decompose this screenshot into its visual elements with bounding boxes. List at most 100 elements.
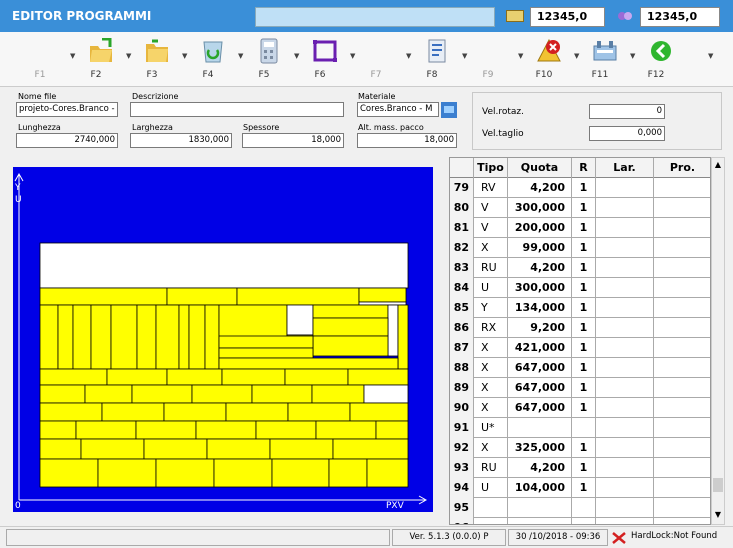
lar-cell[interactable] [596,358,654,378]
lar-cell[interactable] [596,398,654,418]
table-row[interactable]: 86 RX 9,200 1 [450,318,710,338]
dropdown-arrow-icon[interactable]: ▼ [406,52,411,60]
quota-cell[interactable] [508,498,572,518]
quota-cell[interactable]: 4,200 [508,458,572,478]
dropdown-arrow-icon[interactable]: ▼ [574,52,579,60]
dropdown-arrow-icon[interactable]: ▼ [630,52,635,60]
tipo-cell[interactable] [474,518,508,524]
r-cell[interactable]: 1 [572,318,596,338]
tipo-cell[interactable]: Y [474,298,508,318]
f5-button[interactable]: ▼ F5 [234,32,294,87]
pro-cell[interactable] [654,178,710,198]
row-number-cell[interactable]: 79 [450,178,474,198]
r-cell[interactable]: 1 [572,438,596,458]
lar-cell[interactable] [596,178,654,198]
quota-cell[interactable]: 325,000 [508,438,572,458]
larghezza-field[interactable]: 1830,000 [130,133,232,148]
col-pro-header[interactable]: Pro. [654,158,710,178]
table-row[interactable]: 82 X 99,000 1 [450,238,710,258]
tipo-cell[interactable]: U* [474,418,508,438]
table-row[interactable]: 79 RV 4,200 1 [450,178,710,198]
f10-button[interactable]: ▼ F10 [514,32,574,87]
lar-cell[interactable] [596,218,654,238]
row-number-cell[interactable]: 82 [450,238,474,258]
row-number-cell[interactable]: 89 [450,378,474,398]
col-tipo-header[interactable]: Tipo [474,158,508,178]
pro-cell[interactable] [654,418,710,438]
quota-cell[interactable]: 421,000 [508,338,572,358]
dropdown-arrow-icon[interactable]: ▼ [708,52,713,60]
tipo-cell[interactable]: X [474,398,508,418]
r-cell[interactable]: 1 [572,198,596,218]
alt-mass-pacco-field[interactable]: 18,000 [357,133,457,148]
table-row[interactable]: 89 X 647,000 1 [450,378,710,398]
r-cell[interactable]: 1 [572,378,596,398]
r-cell[interactable]: 1 [572,358,596,378]
pro-cell[interactable] [654,378,710,398]
row-number-cell[interactable]: 96 [450,518,474,524]
pro-cell[interactable] [654,238,710,258]
dropdown-arrow-icon[interactable]: ▼ [518,52,523,60]
lar-cell[interactable] [596,278,654,298]
r-cell[interactable] [572,518,596,524]
pro-cell[interactable] [654,458,710,478]
lunghezza-field[interactable]: 2740,000 [16,133,118,148]
pro-cell[interactable] [654,498,710,518]
dropdown-arrow-icon[interactable]: ▼ [294,52,299,60]
quota-cell[interactable]: 99,000 [508,238,572,258]
dropdown-arrow-icon[interactable]: ▼ [350,52,355,60]
lar-cell[interactable] [596,458,654,478]
row-number-cell[interactable]: 84 [450,278,474,298]
lar-cell[interactable] [596,438,654,458]
dropdown-arrow-icon[interactable]: ▼ [182,52,187,60]
r-cell[interactable]: 1 [572,298,596,318]
lar-cell[interactable] [596,338,654,358]
f4-button[interactable]: ▼ F4 [178,32,238,87]
f7-button[interactable]: ▼ F7 [346,32,406,87]
dropdown-arrow-icon[interactable]: ▼ [126,52,131,60]
table-row[interactable]: 91 U* [450,418,710,438]
pro-cell[interactable] [654,318,710,338]
f12-button[interactable]: ▼ F12 [626,32,686,87]
descrizione-field[interactable] [130,102,344,117]
row-number-cell[interactable]: 80 [450,198,474,218]
cutting-layout-canvas[interactable]: Y U 0 PXV [13,167,433,512]
pro-cell[interactable] [654,478,710,498]
f11-button[interactable]: ▼ F11 [570,32,630,87]
lar-cell[interactable] [596,298,654,318]
row-number-cell[interactable]: 88 [450,358,474,378]
col-quota-header[interactable]: Quota [508,158,572,178]
row-number-cell[interactable]: 91 [450,418,474,438]
r-cell[interactable]: 1 [572,338,596,358]
tipo-cell[interactable]: X [474,238,508,258]
r-cell[interactable]: 1 [572,178,596,198]
pro-cell[interactable] [654,338,710,358]
table-row[interactable]: 94 U 104,000 1 [450,478,710,498]
pro-cell[interactable] [654,198,710,218]
r-cell[interactable]: 1 [572,238,596,258]
table-row[interactable]: 93 RU 4,200 1 [450,458,710,478]
f3-button[interactable]: ▼ F3 [122,32,182,87]
dropdown-arrow-icon[interactable]: ▼ [238,52,243,60]
row-number-cell[interactable]: 94 [450,478,474,498]
quota-cell[interactable]: 9,200 [508,318,572,338]
r-cell[interactable]: 1 [572,398,596,418]
table-row[interactable]: 83 RU 4,200 1 [450,258,710,278]
quota-cell[interactable]: 4,200 [508,258,572,278]
col-lar-header[interactable]: Lar. [596,158,654,178]
row-number-cell[interactable]: 87 [450,338,474,358]
tipo-cell[interactable]: V [474,218,508,238]
r-cell[interactable]: 1 [572,278,596,298]
tipo-cell[interactable]: U [474,478,508,498]
tipo-cell[interactable]: RX [474,318,508,338]
tipo-cell[interactable]: X [474,358,508,378]
lar-cell[interactable] [596,238,654,258]
tipo-cell[interactable]: X [474,338,508,358]
table-row[interactable]: 95 [450,498,710,518]
tipo-cell[interactable]: V [474,198,508,218]
lar-cell[interactable] [596,498,654,518]
row-number-cell[interactable]: 83 [450,258,474,278]
lar-cell[interactable] [596,418,654,438]
vel-taglio-field[interactable]: 0,000 [589,126,665,141]
row-number-cell[interactable]: 92 [450,438,474,458]
